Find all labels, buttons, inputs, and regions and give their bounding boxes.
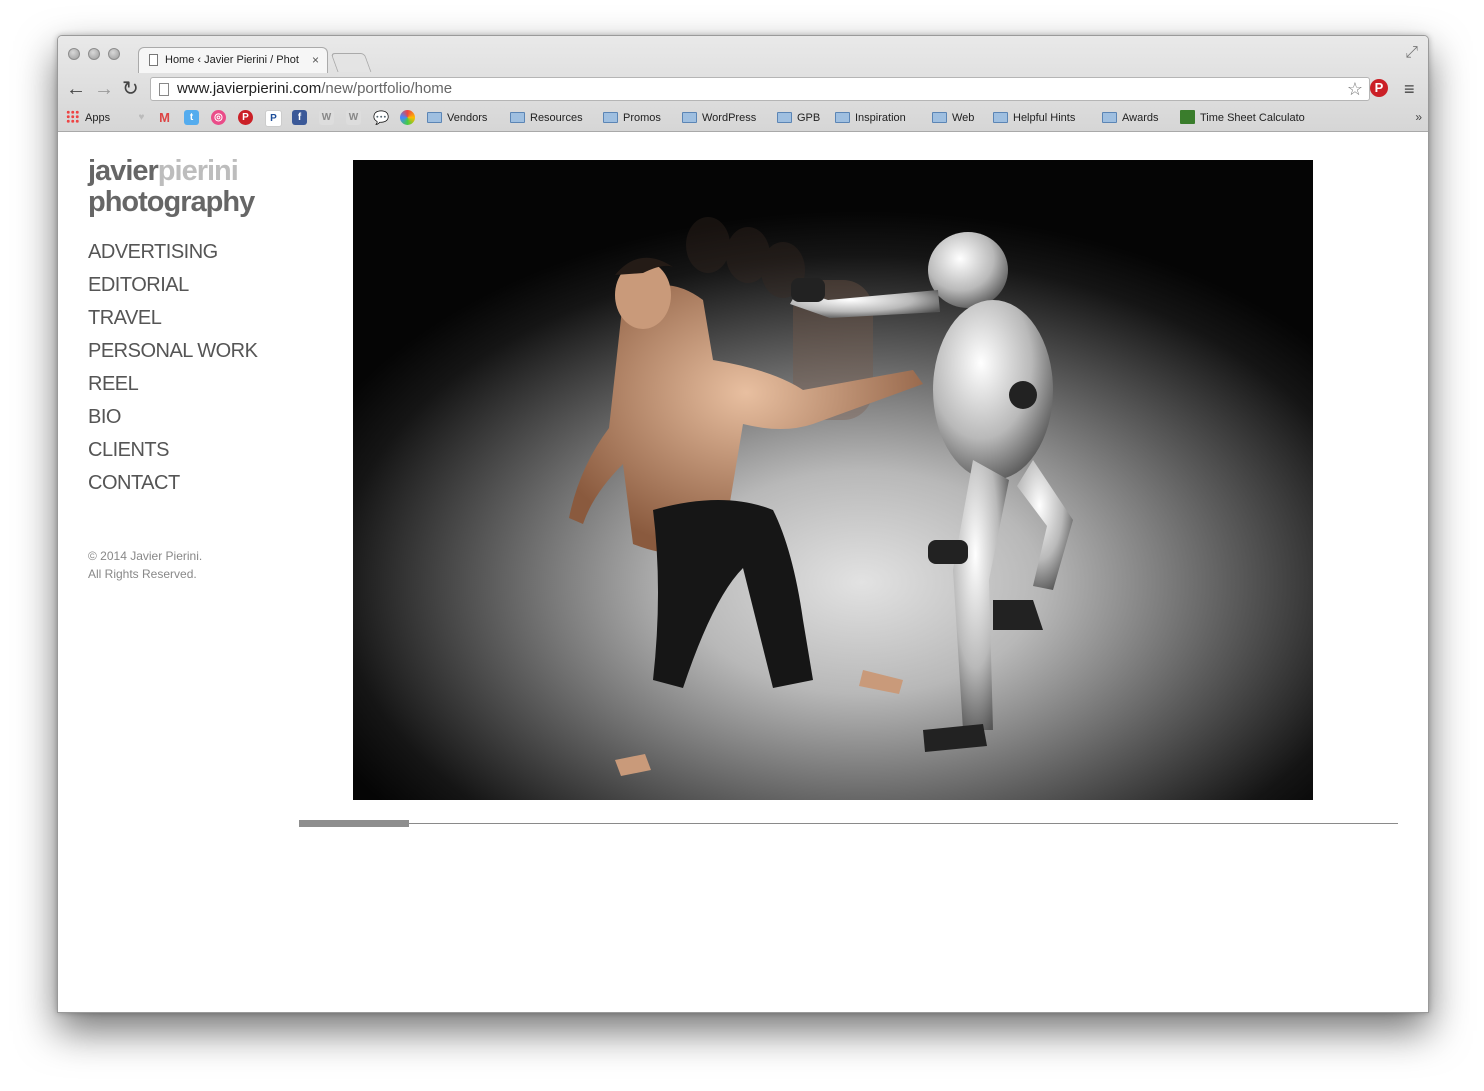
page-icon [149,54,158,66]
folder-icon [932,112,947,123]
logo-photography: photography [88,186,255,218]
copyright-line1: © 2014 Javier Pierini. [88,549,203,563]
facebook-icon[interactable]: f [292,110,307,125]
page-icon [159,83,169,96]
nav-clients[interactable]: CLIENTS [88,434,257,467]
wordpress-w2-icon[interactable]: W [346,110,361,125]
bookmark-helpful-hints[interactable]: Helpful Hints [993,110,1075,126]
close-tab-icon[interactable]: × [312,48,319,72]
folder-icon [835,112,850,123]
minimize-window-button[interactable] [88,48,100,60]
bookmark-star-icon[interactable]: ☆ [1347,78,1363,100]
bookmark-promos[interactable]: Promos [603,110,661,126]
nav-travel[interactable]: TRAVEL [88,302,257,335]
fullscreen-icon[interactable]: ⤢ [1405,44,1418,62]
pixlr-icon[interactable]: P [265,110,282,127]
bookmark-label: WordPress [702,112,757,124]
heart-icon[interactable]: ♥ [134,110,149,125]
reload-icon[interactable]: ↻ [122,79,139,99]
bookmark-label: Promos [623,112,661,124]
bookmark-resources[interactable]: Resources [510,110,583,126]
folder-icon [777,112,792,123]
color-wheel-icon[interactable] [400,110,415,125]
slideshow-progress-track [299,823,1398,824]
site-logo[interactable]: javierpierini photography [88,155,255,218]
wordpress-w-icon[interactable]: W [319,110,334,125]
twitter-icon[interactable]: t [184,110,199,125]
folder-icon [603,112,618,123]
bookmark-label: Resources [530,112,583,124]
bookmark-label: Awards [1122,112,1159,124]
nav-personal-work[interactable]: PERSONAL WORK [88,335,258,368]
bookmark-label: Apps [85,112,111,124]
bookmark-vendors[interactable]: Vendors [427,110,487,126]
bookmark-label: Inspiration [855,112,906,124]
bookmarks-bar: Apps ♥ M t ◎ P P f W W 💬 Vendors Resourc… [58,107,1428,129]
bookmark-apps[interactable]: Apps [66,110,110,126]
photo-illustration [569,217,1073,776]
folder-icon [682,112,697,123]
menu-icon[interactable]: ≡ [1404,79,1415,100]
bookmark-wordpress[interactable]: WordPress [682,110,756,126]
nav-reel[interactable]: REEL [88,368,257,401]
bookmark-gpb[interactable]: GPB [777,110,820,126]
slideshow-photo[interactable] [353,160,1313,800]
url-path: /new/portfolio/home [321,80,453,97]
pinterest-icon[interactable]: P [238,110,253,125]
man-pants [653,500,813,688]
new-tab-button[interactable] [330,53,372,72]
browser-toolbar: Home ‹ Javier Pierini / Phot × ⤢ ← → ↻ w… [58,36,1428,132]
nav-bio[interactable]: BIO [88,401,257,434]
close-window-button[interactable] [68,48,80,60]
apps-grid-icon [66,110,79,123]
page-content: javierpierini photography ADVERTISING ED… [58,132,1428,1012]
bookmark-label: Helpful Hints [1013,112,1076,124]
back-arrow-icon[interactable]: ← [66,79,86,99]
copyright: © 2014 Javier Pierini. All Rights Reserv… [88,547,202,583]
folder-icon [510,112,525,123]
browser-window: Home ‹ Javier Pierini / Phot × ⤢ ← → ↻ w… [57,35,1429,1013]
more-bookmarks-icon[interactable]: » [1415,110,1422,124]
calculator-icon [1180,110,1195,124]
nav-advertising[interactable]: ADVERTISING [88,236,257,269]
logo-last-name: pierini [157,155,239,187]
bookmark-label: GPB [797,112,821,124]
folder-icon [427,112,442,123]
zoom-window-button[interactable] [108,48,120,60]
dribbble-icon[interactable]: ◎ [211,110,226,125]
address-bar[interactable]: www.javierpierini.com/new/portfolio/home… [150,77,1370,101]
bookmark-label: Time Sheet Calculato [1200,112,1305,124]
bookmark-inspiration[interactable]: Inspiration [835,110,906,126]
slideshow-progress-fill [299,820,409,827]
logo-first-name: javier [88,155,159,187]
robot-figure [790,232,1073,752]
copyright-line2: All Rights Reserved. [88,567,197,581]
gmail-icon[interactable]: M [157,110,172,125]
nav-editorial[interactable]: EDITORIAL [88,269,257,302]
bookmark-web[interactable]: Web [932,110,974,126]
folder-icon [993,112,1008,123]
bookmark-label: Web [952,112,975,124]
url-host: www.javierpierini.com [177,80,322,97]
tab-title: Home ‹ Javier Pierini / Phot [165,54,299,66]
bookmark-label: Vendors [447,112,488,124]
bookmark-awards[interactable]: Awards [1102,110,1158,126]
tab-home[interactable]: Home ‹ Javier Pierini / Phot × [138,47,328,73]
pinterest-extension-icon[interactable]: P [1370,79,1388,97]
main-nav: ADVERTISING EDITORIAL TRAVEL PERSONAL WO… [88,236,258,500]
folder-icon [1102,112,1117,123]
nav-contact[interactable]: CONTACT [88,467,257,500]
forward-arrow-icon[interactable]: → [94,79,114,99]
chat-bubble-icon[interactable]: 💬 [373,110,389,125]
bookmark-time-sheet[interactable]: Time Sheet Calculato [1180,110,1305,126]
